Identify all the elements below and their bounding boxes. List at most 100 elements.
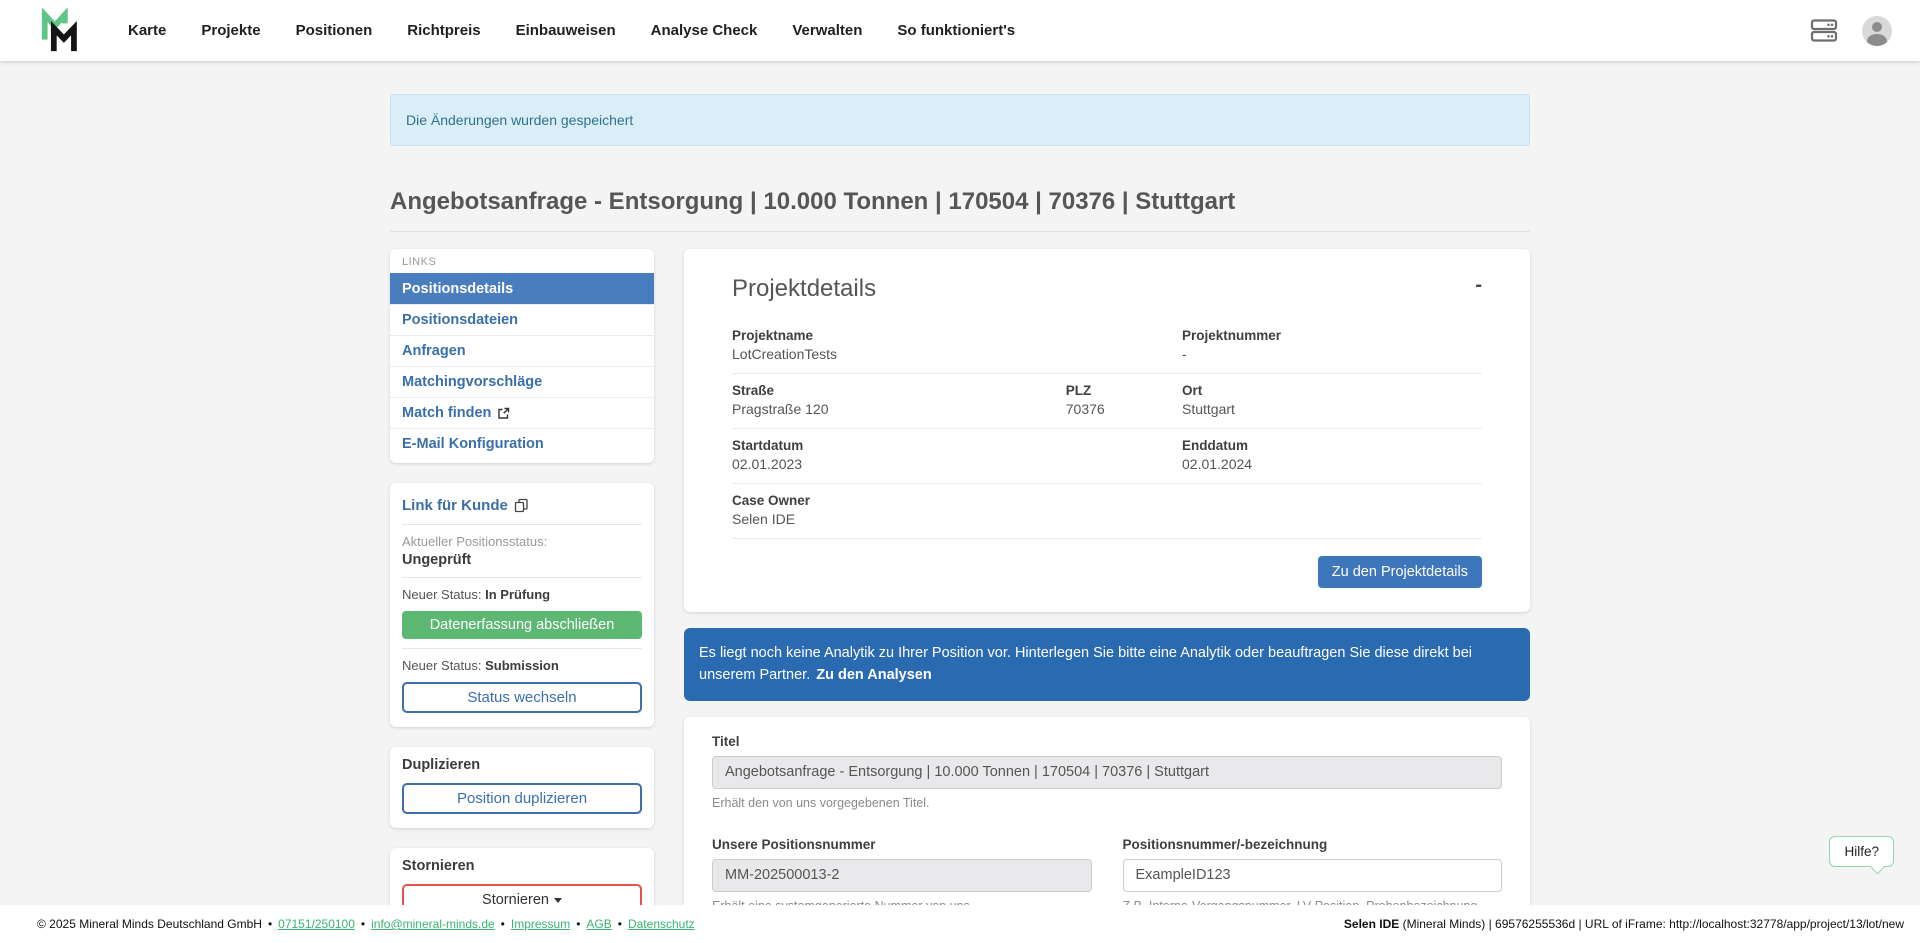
titel-input [712, 756, 1502, 789]
copy-icon [514, 498, 529, 513]
session-info: Selen IDE (Mineral Minds) | 69576255536d… [1344, 917, 1904, 931]
separator: • [618, 917, 622, 931]
our-position-number-label: Unsere Positionsnummer [712, 837, 1092, 852]
nav-item-projekte[interactable]: Projekte [201, 22, 260, 39]
sidebar-item-positionsdateien[interactable]: Positionsdateien [390, 304, 654, 335]
collapse-button[interactable]: - [1475, 275, 1482, 295]
new-status-section-2: Neuer Status: Submission Status wechseln [402, 648, 642, 713]
page-container: Die Änderungen wurden gespeichert Angebo… [390, 61, 1530, 943]
separator: • [268, 917, 272, 931]
customer-link[interactable]: Link für Kunde [402, 493, 529, 524]
project-row-address: Straße Pragstraße 120 PLZ 70376 Ort Stut… [732, 374, 1482, 429]
separator: • [576, 917, 580, 931]
plz-value: 70376 [1066, 401, 1182, 417]
sidebar-item-anfragen[interactable]: Anfragen [390, 335, 654, 366]
top-navbar: Karte Projekte Positionen Richtpreis Ein… [0, 0, 1920, 61]
sidebar-item-matchingvorschlaege[interactable]: Matchingvorschläge [390, 366, 654, 397]
footer-agb-link[interactable]: AGB [586, 917, 611, 931]
help-button[interactable]: Hilfe? [1829, 836, 1894, 867]
current-status-value: Ungeprüft [402, 552, 642, 568]
links-header: LINKS [390, 249, 654, 273]
position-number-input[interactable] [1123, 859, 1503, 892]
project-details-card: Projektdetails - Projektname LotCreation… [684, 249, 1530, 612]
complete-data-entry-button[interactable]: Datenerfassung abschließen [402, 611, 642, 639]
new-status-label: Neuer Status: [402, 587, 482, 602]
chevron-down-icon [554, 898, 562, 903]
nav-item-so-funktionierts[interactable]: So funktioniert's [897, 22, 1015, 39]
separator: • [361, 917, 365, 931]
our-position-number-group: Unsere Positionsnummer Erhält eine syste… [712, 837, 1092, 913]
nav-item-einbauweisen[interactable]: Einbauweisen [516, 22, 616, 39]
footer-phone-link[interactable]: 07151/250100 [278, 917, 355, 931]
current-status-label: Aktueller Positionsstatus: [402, 534, 642, 549]
logo-icon [38, 8, 84, 54]
server-stack-icon[interactable] [1810, 17, 1838, 44]
sidebar-item-label: Match finden [402, 405, 491, 421]
titel-help: Erhält den von uns vorgegebenen Titel. [712, 796, 1502, 810]
new-status-label: Neuer Status: [402, 658, 482, 673]
nav-item-karte[interactable]: Karte [128, 22, 166, 39]
startdatum-value: 02.01.2023 [732, 456, 1182, 472]
enddatum-value: 02.01.2024 [1182, 456, 1482, 472]
duplicate-card-title: Duplizieren [402, 757, 642, 773]
analytics-banner: Es liegt noch keine Analytik zu Ihrer Po… [684, 628, 1530, 701]
strasse-value: Pragstraße 120 [732, 401, 1066, 417]
footer-impressum-link[interactable]: Impressum [511, 917, 570, 931]
project-details-title: Projektdetails [732, 275, 876, 303]
nav-item-verwalten[interactable]: Verwalten [792, 22, 862, 39]
new-status-value: Submission [485, 658, 559, 673]
ort-label: Ort [1182, 383, 1482, 398]
enddatum-label: Enddatum [1182, 438, 1482, 453]
status-card: Link für Kunde Aktueller Positionsstatus… [390, 483, 654, 727]
sidebar-item-email-konfiguration[interactable]: E-Mail Konfiguration [390, 428, 654, 459]
footer-email-link[interactable]: info@mineral-minds.de [371, 917, 495, 931]
new-status-section-1: Neuer Status: In Prüfung Datenerfassung … [402, 577, 642, 648]
sidebar-item-match-finden[interactable]: Match finden [390, 397, 654, 428]
cancel-card-title: Stornieren [402, 858, 642, 874]
copyright-text: © 2025 Mineral Minds Deutschland GmbH [37, 917, 262, 931]
sidebar-item-positionsdetails[interactable]: Positionsdetails [390, 273, 654, 304]
projektname-label: Projektname [732, 328, 1182, 343]
separator: • [501, 917, 505, 931]
strasse-label: Straße [732, 383, 1066, 398]
footer-datenschutz-link[interactable]: Datenschutz [628, 917, 695, 931]
nav-item-richtpreis[interactable]: Richtpreis [407, 22, 480, 39]
position-number-label: Positionsnummer/-bezeichnung [1123, 837, 1503, 852]
plz-label: PLZ [1066, 383, 1182, 398]
main-menu: Karte Projekte Positionen Richtpreis Ein… [128, 22, 1015, 39]
analytics-banner-text: Es liegt noch keine Analytik zu Ihrer Po… [699, 645, 1472, 683]
go-to-project-details-button[interactable]: Zu den Projektdetails [1318, 556, 1482, 588]
customer-link-label: Link für Kunde [402, 497, 508, 514]
links-card: LINKS Positionsdetails Positionsdateien … [390, 249, 654, 463]
duplicate-card: Duplizieren Position duplizieren [390, 747, 654, 828]
user-avatar[interactable] [1862, 16, 1892, 46]
new-status-value: In Prüfung [485, 587, 550, 602]
footer: © 2025 Mineral Minds Deutschland GmbH • … [0, 905, 1920, 943]
go-to-analyses-link[interactable]: Zu den Analysen [816, 667, 931, 683]
switch-status-button[interactable]: Status wechseln [402, 682, 642, 713]
titel-label: Titel [712, 734, 1502, 749]
main-content: Projektdetails - Projektname LotCreation… [684, 249, 1530, 943]
projektname-value: LotCreationTests [732, 346, 1182, 362]
current-status-section: Aktueller Positionsstatus: Ungeprüft [402, 524, 642, 577]
saved-alert: Die Änderungen wurden gespeichert [390, 94, 1530, 146]
project-row-owner: Case Owner Selen IDE [732, 484, 1482, 539]
project-row-dates: Startdatum 02.01.2023 Enddatum 02.01.202… [732, 429, 1482, 484]
our-position-number-input [712, 859, 1092, 892]
case-owner-label: Case Owner [732, 493, 1182, 508]
navbar-right [1810, 16, 1892, 46]
mineral-minds-logo[interactable] [38, 8, 84, 54]
case-owner-value: Selen IDE [732, 511, 1182, 527]
external-link-icon [497, 407, 510, 420]
ort-value: Stuttgart [1182, 401, 1482, 417]
nav-item-positionen[interactable]: Positionen [296, 22, 373, 39]
nav-item-analyse-check[interactable]: Analyse Check [651, 22, 758, 39]
session-user: Selen IDE [1344, 917, 1399, 931]
sidebar: LINKS Positionsdetails Positionsdateien … [390, 249, 654, 930]
duplicate-position-button[interactable]: Position duplizieren [402, 783, 642, 814]
projektnummer-value: - [1182, 346, 1482, 362]
session-details: (Mineral Minds) | 69576255536d | URL of … [1399, 917, 1904, 931]
projektnummer-label: Projektnummer [1182, 328, 1482, 343]
project-row-name-number: Projektname LotCreationTests Projektnumm… [732, 319, 1482, 374]
page-title: Angebotsanfrage - Entsorgung | 10.000 To… [390, 188, 1530, 232]
